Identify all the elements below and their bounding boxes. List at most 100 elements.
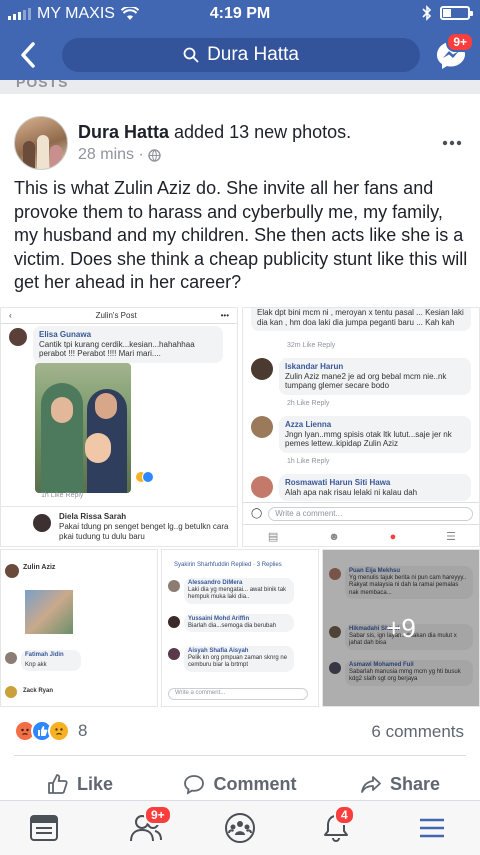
divider [14,755,466,756]
photo-3[interactable]: Zulin Aziz Fatimah Jidin Knp akk Zack Ry… [0,549,158,707]
comment-author: Elisa Gunawa [39,330,92,339]
comment-input[interactable]: Write a comment... [168,688,308,700]
comment-1: Fatimah Jidin Knp akk [21,650,81,672]
comment-3: Aisyah Shafia Aisyah Pelik kn org pmpuan… [184,646,294,672]
battery-icon [440,6,473,20]
comment-text: Zulin Aziz mane2 je ad org bebal mcm nie… [285,371,447,391]
thumbs-up-icon [48,774,68,794]
post-action: added 13 new photos. [169,122,352,142]
comment-author: Fatimah Jidin [25,652,64,658]
posts-section-header: POSTS [0,80,480,94]
post-meta: 28 mins · [78,146,161,164]
comment-text: Pelik kn org pmpuan zaman sknrg ne cembu… [188,655,288,669]
screenshot-tabbar: ▤ ☻ ● ☰ [243,524,479,546]
more-options-button[interactable] [442,126,462,152]
more-dots-icon [442,140,462,146]
comment-label: Comment [213,773,297,794]
comment-icon [184,775,205,795]
friends-badge: 9+ [144,805,172,825]
search-input[interactable]: Dura Hatta [62,38,420,72]
feed-icon: ▤ [267,531,279,543]
avatar [168,580,180,592]
clock: 4:19 PM [209,5,271,22]
reaction-badge [135,471,154,483]
friends-icon: ☻ [328,530,340,543]
nav-bar: Dura Hatta 9+ [0,30,480,80]
tab-news-feed[interactable] [24,809,64,847]
reply-header: Syakirin Sharhfuddin Replied · 3 Replies [174,562,282,568]
avatar [251,416,273,438]
post-time[interactable]: 28 mins · [78,146,144,164]
tab-friend-requests[interactable]: 9+ [126,805,172,847]
comment-author: Zack Ryan [23,688,54,694]
tab-menu[interactable] [412,809,452,847]
avatar [168,648,180,660]
tab-groups[interactable] [220,809,260,847]
like-button[interactable]: Like [0,766,160,802]
like-label: Like [76,773,114,794]
share-label: Share [389,773,441,794]
bluetooth-icon [422,5,432,21]
photo-grid: ‹ Zulin's Post ••• Elisa Gunawa Cantik t… [0,307,480,707]
comment-author: Diela Rissa Sarah [59,512,127,521]
comment-meta: 1h Like Reply [41,492,84,499]
messenger-badge: 9+ [446,32,474,52]
notifications-badge: 4 [334,805,355,825]
status-bar: MY MAXIS 4:19 PM [0,0,480,30]
comment-text: Jngn lyan..mmg spisis otak ltk lutut...s… [285,429,452,449]
comment-author: Alessandro DiMera [188,580,243,586]
reactions-summary[interactable]: 8 [14,716,87,746]
camera-icon: ◯ [251,508,263,519]
more-dots-icon: ••• [220,311,229,320]
comment-meta: 32m Like Reply [287,342,336,349]
comment-author: Aisyah Shafia Aisyah [188,648,249,654]
comment-text: Cantik tpi kurang cerdik...kesian...haha… [39,339,195,359]
photo-2[interactable]: Elak dpt bini mcm ni , meroyan x tentu p… [242,307,480,547]
post-actions: Like Comment Share [0,766,480,802]
comment-1: Elisa Gunawa Cantik tpi kurang cerdik...… [33,326,223,363]
comment-1: Alessandro DiMera Laki dia yg mengatai..… [184,578,294,604]
comment-text: Biarlah dia...semoga dia berubah [188,623,277,630]
more-photos-count: +9 [386,612,416,643]
comment-meta: 1h Like Reply [287,458,330,465]
comment-text: Alah apa nak risau lelaki ni kalau dah [285,487,418,497]
comment-input[interactable]: Write a comment... [268,506,473,521]
avatar [168,616,180,628]
comment-composer[interactable]: ◯ Write a comment... [243,502,479,524]
comment-2: Azza Lienna Jngn lyan..mmg spisis otak l… [279,416,471,453]
menu-icon [420,818,444,838]
share-button[interactable]: Share [320,766,480,802]
bottom-tab-bar: 9+ 4 [0,800,480,855]
comment-text: Laki dia yg mengatai... awat binik tak h… [188,587,287,601]
reaction-count: 8 [78,721,88,740]
avatar [33,514,51,532]
comment-author: Iskandar Harun [285,362,344,371]
couple-photo [35,363,131,493]
photo-5[interactable]: Puan Eija Mekhsu Yg menulis tajuk berita… [322,549,480,707]
photo-4[interactable]: Syakirin Sharhfuddin Replied · 3 Replies… [161,549,319,707]
post-text: This is what Zulin Aziz do. She invite a… [14,178,468,292]
tab-notifications[interactable]: 4 [316,805,356,847]
groups-icon [225,813,255,843]
comments-count[interactable]: 6 comments [371,722,464,742]
search-query: Dura Hatta [207,44,299,65]
comment-author: Yussaini Mohd Ariffin [188,616,250,622]
sad-reaction-icon [48,720,70,742]
comment-text: Knp akk [25,662,47,669]
chevron-left-icon: ‹ [9,311,12,320]
avatar [5,564,19,578]
post-header-line: Dura Hatta added 13 new photos. [78,122,351,143]
avatar [251,476,273,498]
comment-text: Elak dpt bini mcm ni , meroyan x tentu p… [257,308,464,327]
photo-1-header: ‹ Zulin's Post ••• [1,308,237,324]
avatar [5,652,17,664]
author-name[interactable]: Dura Hatta [78,122,169,142]
author-avatar[interactable] [14,116,68,170]
back-button[interactable] [10,37,46,73]
menu-icon: ☰ [446,531,457,543]
more-photos-overlay[interactable]: +9 [323,550,479,706]
photo-1[interactable]: ‹ Zulin's Post ••• Elisa Gunawa Cantik t… [0,307,238,547]
photo-1-title: Zulin's Post [95,311,137,320]
avatar [9,328,27,346]
comment-button[interactable]: Comment [160,766,320,802]
